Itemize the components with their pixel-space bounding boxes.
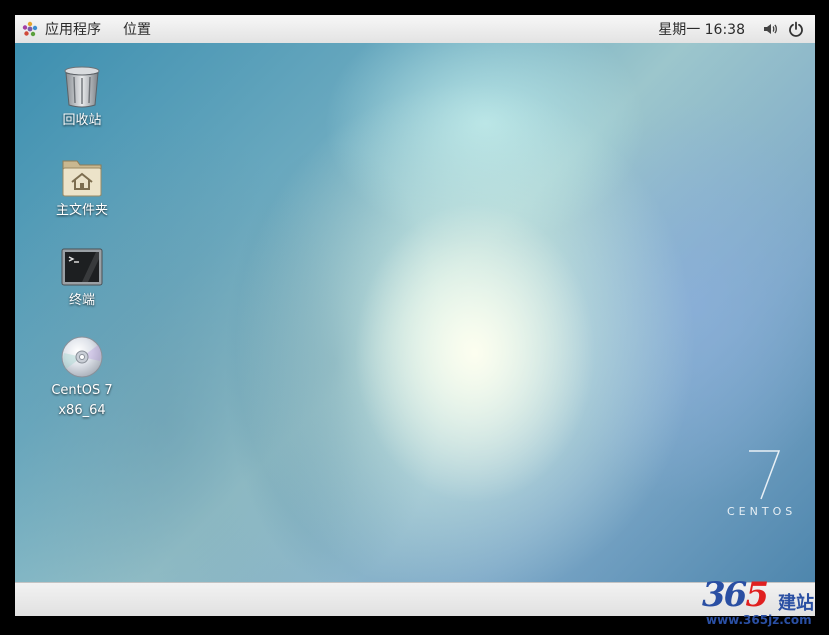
volume-button[interactable] xyxy=(757,15,783,43)
places-menu-label: 位置 xyxy=(123,22,151,38)
desktop-icon-label: 回收站 xyxy=(62,113,102,128)
applications-menu[interactable]: 应用程序 xyxy=(15,15,109,43)
logo-cn-text: 建站 xyxy=(778,593,814,614)
desktop-icon-label: 主文件夹 xyxy=(55,203,108,218)
logo-number: 365 xyxy=(702,575,769,615)
centos-watermark-text: CENTOS xyxy=(727,505,797,518)
desktop-icon-trash[interactable]: 回收站 xyxy=(40,65,124,131)
centos-watermark-seven xyxy=(749,450,781,500)
clock[interactable]: 星期一 16:38 xyxy=(646,19,757,39)
site-logo-watermark: 365 建站 www.365jz.com xyxy=(702,575,827,633)
logo-url: www.365jz.com xyxy=(706,613,812,627)
disc-icon xyxy=(61,336,103,378)
desktop-icon-terminal[interactable]: 终端 xyxy=(40,245,124,311)
logo-number-five: 5 xyxy=(745,575,769,615)
bottom-panel xyxy=(15,582,815,616)
places-menu[interactable]: 位置 xyxy=(109,15,165,43)
desktop-icon-centos-disc[interactable]: CentOS 7 x86_64 xyxy=(40,335,124,421)
logo-number-part: 36 xyxy=(702,575,747,615)
desktop-icon-label-line2: x86_64 xyxy=(58,403,106,418)
trash-icon xyxy=(64,66,100,108)
terminal-icon xyxy=(61,248,103,286)
speaker-icon xyxy=(764,24,777,34)
power-button[interactable] xyxy=(783,15,809,43)
home-folder-icon xyxy=(62,160,102,197)
desktop-icon-label: CentOS 7 xyxy=(51,383,113,398)
desktop-icon-home[interactable]: 主文件夹 xyxy=(40,155,124,221)
gnome-foot-icon xyxy=(22,21,38,37)
applications-menu-label: 应用程序 xyxy=(45,22,101,38)
top-panel: 应用程序 位置 星期一 16:38 xyxy=(15,15,815,44)
desktop[interactable]: 回收站 主文件夹 终端 CentOS 7 x86_64 CENTOS xyxy=(15,43,815,582)
desktop-icon-label: 终端 xyxy=(68,293,95,308)
power-icon xyxy=(789,21,803,37)
